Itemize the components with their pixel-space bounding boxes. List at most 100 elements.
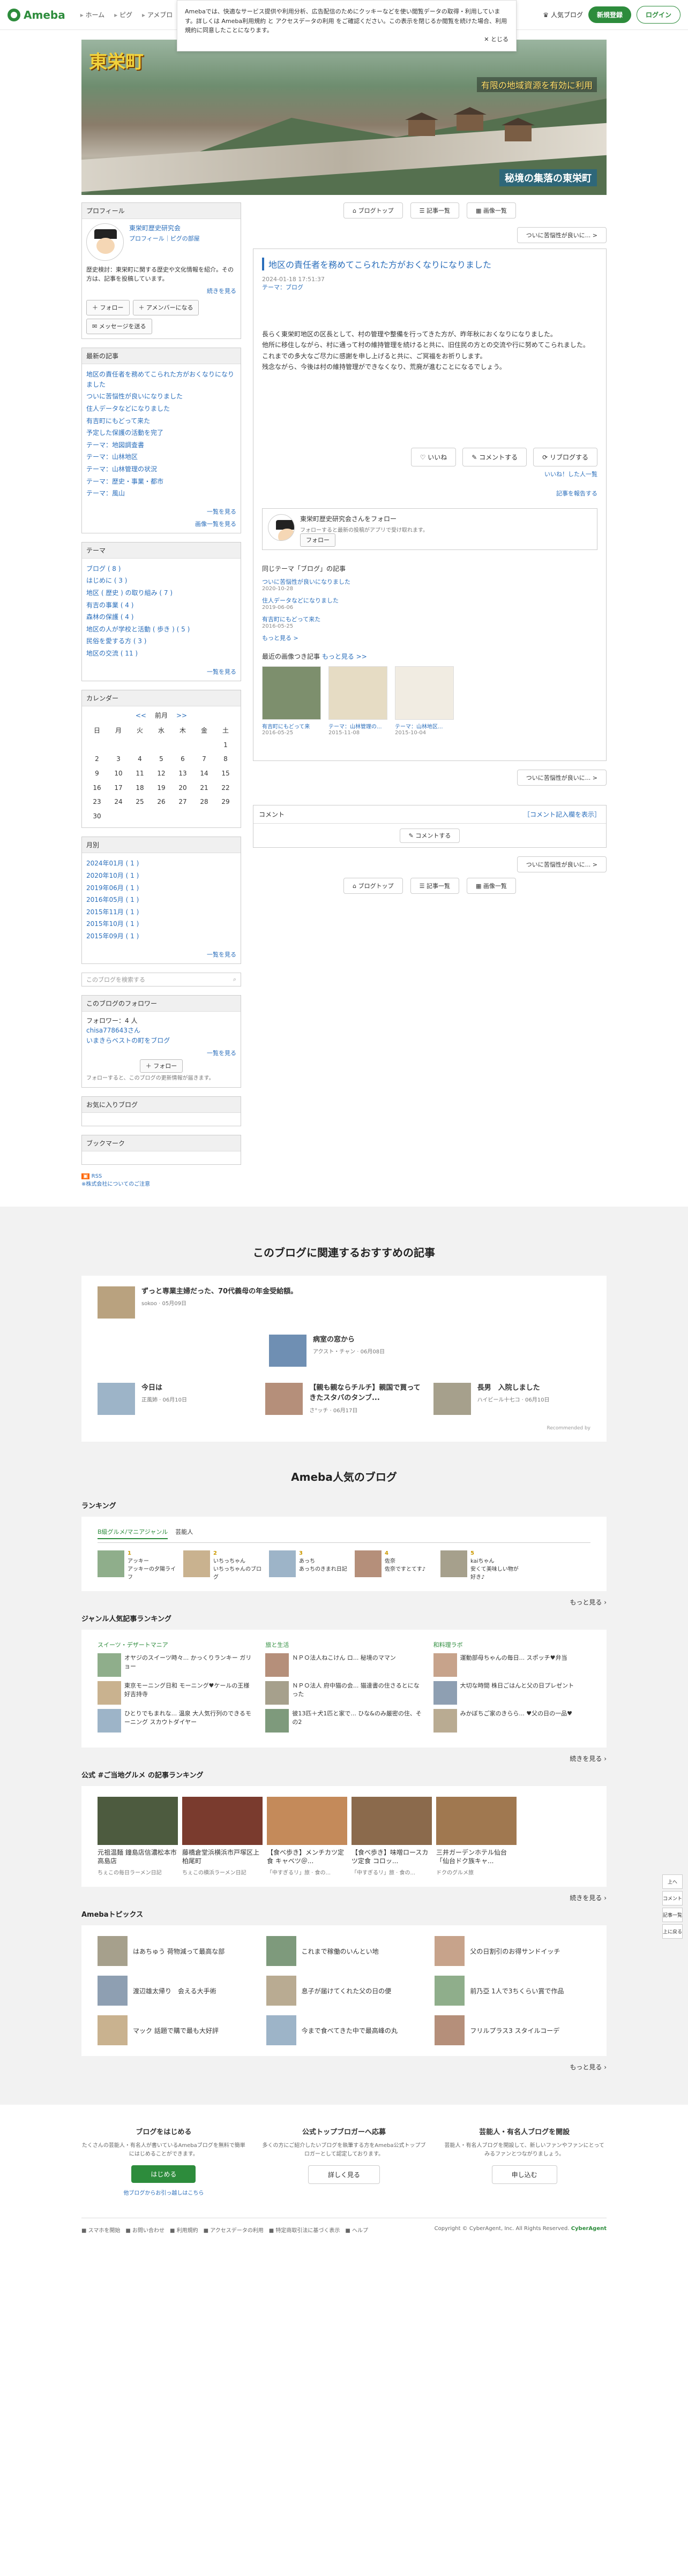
- report-link[interactable]: 記事を報告する: [556, 490, 597, 497]
- archive-link[interactable]: 2015年09月 ( 1 ): [86, 930, 236, 943]
- genre-item[interactable]: みかぼちご家のきらら... ♥父の日の一品♥: [433, 1708, 590, 1733]
- avatar[interactable]: [86, 223, 124, 261]
- footer-links[interactable]: ■ スマホを開始 ■ お問い合わせ ■ 利用規約 ■ アクセスデータの利用 ■ …: [81, 2226, 368, 2234]
- scroll-top-button[interactable]: 上へ: [662, 1874, 683, 1889]
- rec-item[interactable]: 今日は 正風姉 · 06月10日: [98, 1382, 255, 1415]
- follow-button[interactable]: ＋ フォロー: [139, 1059, 183, 1073]
- comment-button[interactable]: ✎ コメントする: [462, 447, 527, 466]
- float-list-button[interactable]: 記事一覧: [662, 1908, 683, 1922]
- topic-item[interactable]: 渡辺雄太帰り 会える大手術: [98, 1976, 253, 2006]
- theme-link[interactable]: 森林の保護 ( 4 ): [86, 611, 236, 623]
- genre-item[interactable]: オヤジのスイーツ時々... かっくりランキー ガリョー: [98, 1653, 255, 1677]
- show-comment-form-link[interactable]: ［コメント記入欄を表示］: [524, 810, 601, 819]
- calendar-next-link[interactable]: >>: [176, 711, 187, 721]
- likers-link[interactable]: いいね！した人一覧: [544, 471, 597, 478]
- genre-item[interactable]: 運動部母ちゃんの毎日... スポッチ♥弁当: [433, 1653, 590, 1677]
- blog-top-button[interactable]: ⌂ ブログトップ: [343, 202, 403, 219]
- cookie-close-button[interactable]: ✕ とじる: [484, 35, 508, 44]
- theme-more-link[interactable]: 一覧を見る: [207, 668, 236, 675]
- archive-link[interactable]: 2015年11月 ( 1 ): [86, 906, 236, 918]
- ranking-item[interactable]: 2 いちっちゃん いちっちゃんのブログ: [183, 1550, 264, 1580]
- theme-link[interactable]: 地区 ( 歴史 ) の取り組み ( 7 ): [86, 587, 236, 599]
- comment-submit-button[interactable]: ✎ コメントする: [399, 828, 460, 843]
- gourmet-item[interactable]: 藤橋倉堂浜横浜市戸塚区上柏尾町 ちぇこの横浜ラーメン日記: [182, 1796, 263, 1876]
- follow-button[interactable]: ＋ フォロー: [86, 300, 130, 316]
- ranking-item[interactable]: 4 佐奈 佐奈ですとてす♪: [355, 1550, 435, 1580]
- archive-link[interactable]: 2020年10月 ( 1 ): [86, 870, 236, 882]
- recent-images-link[interactable]: 画像一覧を見る: [195, 521, 236, 528]
- article-list-button[interactable]: ☰ 記事一覧: [410, 877, 459, 894]
- float-comment-button[interactable]: コメント: [662, 1891, 683, 1905]
- recent-post-link[interactable]: テーマ：風山: [86, 487, 236, 500]
- followers-more-link[interactable]: 一覧を見る: [207, 1050, 236, 1057]
- topic-item[interactable]: 前乃亞 1人で3ちくらい賞で作品: [435, 1976, 590, 2006]
- topic-item[interactable]: フリルプラス3 スタイルコーデ: [435, 2015, 590, 2046]
- recent-post-link[interactable]: テーマ：歴史・事業・都市: [86, 476, 236, 488]
- tab-gourmet[interactable]: B級グルメ/マニアジャンル: [98, 1527, 168, 1539]
- recent-image-item[interactable]: テーマ：山林地区... 2015-10-04: [395, 666, 454, 736]
- search-icon[interactable]: ⌕: [233, 976, 236, 983]
- article-list-button[interactable]: ☰ 記事一覧: [410, 202, 459, 219]
- calendar-prev-link[interactable]: <<: [136, 711, 146, 721]
- theme-link[interactable]: 地区の人が学校と活動 ( 歩き ) ( 5 ): [86, 623, 236, 636]
- cta-button[interactable]: 申し込む: [491, 2165, 557, 2185]
- recent-post-link[interactable]: テーマ：山林管理の状況: [86, 463, 236, 476]
- cyberagent-logo[interactable]: CyberAgent: [571, 2226, 607, 2232]
- archive-more-link[interactable]: 一覧を見る: [207, 951, 236, 958]
- like-button[interactable]: ♡ いいね: [410, 447, 457, 466]
- gourmet-item[interactable]: 元祖温麺 鐘島店信濃松本市高島店 ちぇこの毎日ラーメン日記: [98, 1796, 178, 1876]
- topic-item[interactable]: マック 話題で購で最も大好評: [98, 2015, 253, 2046]
- genre-item[interactable]: 彼13匹＋犬1匹と家で... ひな&のみ厳密の住、その2: [265, 1708, 422, 1733]
- popular-blog-link[interactable]: ♛ 人気ブログ: [543, 10, 583, 19]
- topic-item[interactable]: 息子が届けてくれた父の日の便: [266, 1976, 422, 2006]
- signup-button[interactable]: 新規登録: [588, 6, 631, 23]
- rec-item[interactable]: 【親も親ならチルチ】親国で買ってきたスタバのタンブ... さ°ッチ · 06月17…: [265, 1382, 422, 1415]
- profile-name-link[interactable]: 東栄町歴史研究会: [129, 224, 181, 232]
- topic-item[interactable]: 今まで食べてきた中で最高峰の丸: [266, 2015, 422, 2046]
- recent-post-link[interactable]: テーマ：山林地区: [86, 451, 236, 463]
- article-theme-link[interactable]: テーマ：ブログ: [262, 284, 303, 291]
- recent-images-more-link[interactable]: もっと見る >>: [322, 653, 367, 660]
- ranking-item[interactable]: 3 あっち あっちのきまれ日記: [269, 1550, 349, 1580]
- crumb-home[interactable]: ホーム: [80, 10, 105, 19]
- blog-search-input[interactable]: このブログを検索する ⌕: [81, 972, 241, 986]
- genre-more-link[interactable]: 続きを見る: [570, 1755, 602, 1762]
- archive-link[interactable]: 2019年06月 ( 1 ): [86, 882, 236, 894]
- follower-link[interactable]: chisa778643さん: [86, 1027, 140, 1034]
- same-theme-link[interactable]: ついに苦悩性が良いになりました: [262, 578, 350, 585]
- topic-item[interactable]: 父の日割引のお得サンドイッチ: [435, 1936, 590, 1967]
- avatar[interactable]: [268, 514, 295, 541]
- archive-link[interactable]: 2024年01月 ( 1 ): [86, 857, 236, 870]
- same-theme-link[interactable]: 住人データなどになりました: [262, 597, 339, 604]
- next-article-link[interactable]: ついに苦悩性が良いに... >: [517, 769, 607, 786]
- recent-post-link[interactable]: テーマ：地図調査書: [86, 439, 236, 451]
- reblog-button[interactable]: ⟳ リブログする: [533, 447, 597, 466]
- topic-item[interactable]: これまで稼働のいんとい地: [266, 1936, 422, 1967]
- archive-link[interactable]: 2015年10月 ( 1 ): [86, 918, 236, 930]
- theme-link[interactable]: はじめに ( 3 ): [86, 575, 236, 587]
- ranking-more-link[interactable]: もっと見る: [570, 1599, 602, 1606]
- cta-button[interactable]: 詳しく見る: [308, 2165, 380, 2185]
- tab-celebrity[interactable]: 芸能人: [175, 1527, 193, 1539]
- gourmet-item[interactable]: 【食べ歩き】味噌ロースカツ定食 コロッ... 「中すぎるリ」旅 · 食の...: [352, 1796, 432, 1876]
- ameba-logo[interactable]: Ameba: [8, 8, 65, 21]
- follow-button[interactable]: フォロー: [300, 533, 335, 547]
- gourmet-more-link[interactable]: 続きを見る: [570, 1894, 602, 1902]
- ranking-item[interactable]: 1 アッキー アッキーの夕陽ライフ: [98, 1550, 178, 1580]
- recent-post-link[interactable]: 住人データなどになりました: [86, 403, 236, 415]
- recent-post-link[interactable]: ついに苦悩性が良いになりました: [86, 390, 236, 403]
- cta-button[interactable]: はじめる: [131, 2165, 196, 2183]
- crumb-ameblo[interactable]: アメブロ: [142, 10, 173, 19]
- theme-link[interactable]: 地区の交流 ( 11 ): [86, 647, 236, 660]
- crumb-pigg[interactable]: ピグ: [114, 10, 132, 19]
- recent-post-link[interactable]: 地区の責任者を務めてこられた方がおくなりになりました: [86, 368, 236, 390]
- article-title[interactable]: 地区の責任者を務めてこられた方がおくなりになりました: [262, 258, 597, 270]
- rss-note-link[interactable]: ※株式会社についてのご注意: [81, 1181, 150, 1187]
- theme-link[interactable]: 有吉の事業 ( 4 ): [86, 599, 236, 612]
- theme-link[interactable]: ブログ ( 8 ): [86, 563, 236, 575]
- rec-item[interactable]: ずっと専業主婦だった、70代義母の年金受給額。 sokoo · 05月09日: [98, 1286, 590, 1319]
- next-article-link[interactable]: ついに苦悩性が良いに... >: [517, 227, 607, 243]
- profile-links[interactable]: プロフィール｜ピグの部屋: [129, 235, 200, 242]
- float-top-button[interactable]: 上に戻る: [662, 1924, 683, 1939]
- recent-image-item[interactable]: 有吉町にもどって来 2016-05-25: [262, 666, 321, 736]
